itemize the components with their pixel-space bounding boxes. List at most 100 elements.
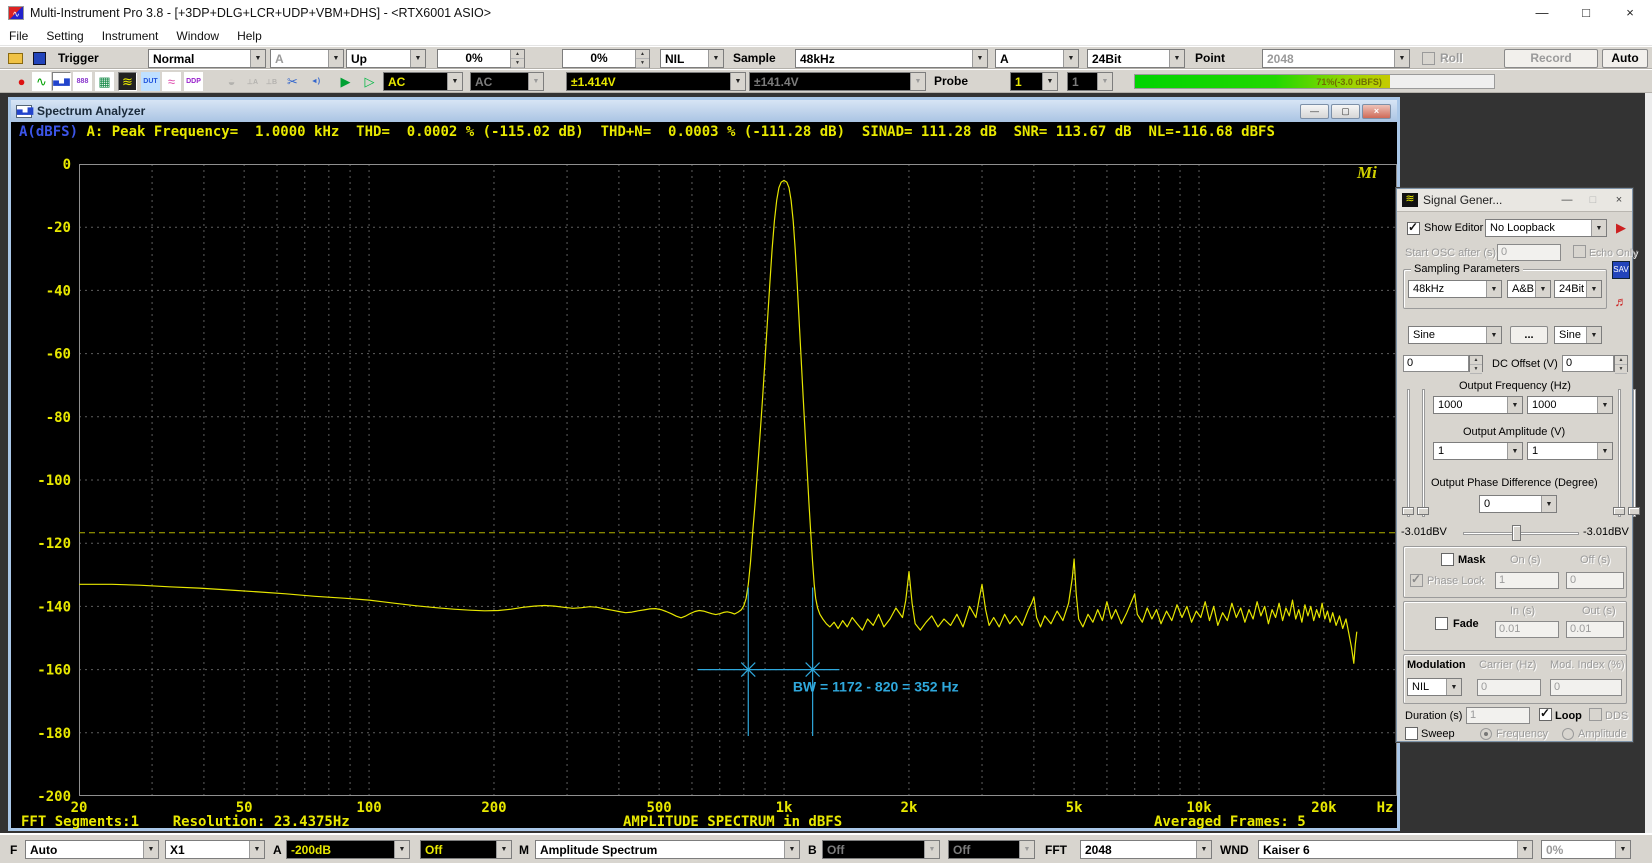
slider-thumb[interactable] <box>1628 507 1640 515</box>
amplitude-a-slider[interactable] <box>1407 389 1410 517</box>
menu-setting[interactable]: Setting <box>37 26 92 46</box>
waveform-b-dropdown[interactable]: Sine▼ <box>1554 326 1602 344</box>
range-a-dropdown[interactable]: ±1.414V▼ <box>566 72 746 91</box>
device-test-plan-icon[interactable]: DUT <box>141 72 160 91</box>
close-icon[interactable]: × <box>1606 194 1632 206</box>
svg-text:20: 20 <box>71 800 88 814</box>
window-function-dropdown[interactable]: Kaiser 6▼ <box>1258 840 1533 859</box>
chevron-down-icon: ▼ <box>910 73 925 90</box>
coupling-a-dropdown[interactable]: AC▼ <box>383 72 463 91</box>
trigger-level-spinner[interactable]: 0%▲▼ <box>437 49 525 68</box>
dc-offset-label: DC Offset (V) <box>1492 358 1558 370</box>
amplitude-b-dropdown[interactable]: 1▼ <box>1527 442 1613 460</box>
sg-channels-dropdown[interactable]: A&B▼ <box>1507 280 1551 298</box>
modulation-dropdown[interactable]: NIL▼ <box>1407 678 1462 696</box>
slider-thumb[interactable] <box>1417 507 1429 515</box>
minimize-icon[interactable]: — <box>1300 104 1329 119</box>
sample-channel-dropdown[interactable]: A▼ <box>995 49 1079 68</box>
derived-data-curve-icon[interactable]: ≈ <box>162 72 181 91</box>
mode-dropdown[interactable]: Amplitude Spectrum▼ <box>535 840 800 859</box>
bit-depth-dropdown[interactable]: 24Bit▼ <box>1087 49 1185 68</box>
auto-button[interactable]: Auto <box>1602 49 1648 68</box>
sweep-checkbox[interactable] <box>1405 727 1418 740</box>
dc-offset-b-spinner[interactable]: ▲▼ <box>1614 355 1628 372</box>
frequency-axis-dropdown[interactable]: Auto▼ <box>25 840 159 859</box>
sweep-amplitude-label: Amplitude <box>1578 728 1627 740</box>
maximize-icon[interactable]: ▢ <box>1331 104 1360 119</box>
open-icon[interactable] <box>6 49 25 68</box>
balance-slider[interactable] <box>1463 532 1579 535</box>
slider-thumb[interactable] <box>1613 507 1625 515</box>
minimize-icon[interactable]: — <box>1520 0 1564 26</box>
menu-window[interactable]: Window <box>167 26 228 46</box>
fft-size-dropdown[interactable]: 2048▼ <box>1080 840 1212 859</box>
trigger-mode-dropdown[interactable]: Normal▼ <box>148 49 266 68</box>
spectrum-3d-plot-icon[interactable]: ▦ <box>95 72 114 91</box>
frequency-b-dropdown[interactable]: 1000▼ <box>1527 396 1613 414</box>
range-b-dropdown: Off▼ <box>822 840 940 859</box>
ddp-viewer-icon[interactable]: DDP <box>184 72 203 91</box>
spectrum-analyzer-icon: ▅▂▇ <box>16 105 32 118</box>
save-icon[interactable]: SAV <box>1612 261 1630 279</box>
modulation-label: Modulation <box>1407 659 1466 671</box>
trigger-delay-spinner[interactable]: 0%▲▼ <box>562 49 650 68</box>
trigger-label: Trigger <box>58 51 99 65</box>
phase-difference-dropdown[interactable]: 0▼ <box>1479 495 1557 513</box>
signal-generator-titlebar[interactable]: ≋ Signal Gener... — □ × <box>1397 189 1632 212</box>
roll-label: Roll <box>1440 51 1463 65</box>
amplitude-a-fine-slider[interactable] <box>1422 389 1425 517</box>
slider-thumb[interactable] <box>1402 507 1414 515</box>
chevron-down-icon: ▼ <box>328 50 343 67</box>
menu-instrument[interactable]: Instrument <box>93 26 168 46</box>
sg-bit-depth-dropdown[interactable]: 24Bit▼ <box>1554 280 1602 298</box>
show-editor-checkbox[interactable] <box>1407 222 1420 235</box>
waveform-a-dropdown[interactable]: Sine▼ <box>1408 326 1502 344</box>
probe-b-dropdown: 1▼ <box>1067 72 1113 91</box>
spectrum-window-titlebar[interactable]: ▅▂▇ Spectrum Analyzer — ▢ × <box>11 100 1397 122</box>
cut-icon[interactable]: ✂ <box>283 72 302 91</box>
loopback-dropdown[interactable]: No Loopback▼ <box>1485 219 1607 237</box>
run-icon[interactable]: ▶ <box>1612 219 1630 237</box>
close-icon[interactable]: × <box>1362 104 1391 119</box>
menu-help[interactable]: Help <box>228 26 271 46</box>
mdi-scrollbar[interactable] <box>1645 93 1652 833</box>
music-note-icon[interactable]: ♬ <box>1612 293 1630 311</box>
balance-slider-thumb[interactable] <box>1512 525 1521 541</box>
oscilloscope-icon[interactable]: ∿ <box>32 72 51 91</box>
fade-checkbox[interactable] <box>1435 617 1448 630</box>
frequency-reject-dropdown[interactable]: NIL▼ <box>660 49 724 68</box>
signal-generator-icon[interactable]: ≋ <box>118 72 137 91</box>
maximize-icon[interactable]: □ <box>1564 0 1608 26</box>
spectrum-analyzer-icon[interactable]: ▅▂▇ <box>52 72 71 91</box>
mask-checkbox[interactable] <box>1441 553 1454 566</box>
sample-rate-dropdown[interactable]: 48kHz▼ <box>795 49 988 68</box>
spectrum-plot[interactable]: BW = 1172 - 820 = 352 Hz20501002005001k2… <box>11 156 1397 814</box>
amplitude-a-dropdown[interactable]: 1▼ <box>1433 442 1523 460</box>
phase-difference-label: Output Phase Difference (Degree) <box>1431 477 1598 489</box>
minimize-icon[interactable]: — <box>1554 194 1580 206</box>
dc-offset-a-input[interactable]: 0 <box>1403 355 1469 372</box>
zoom-dropdown[interactable]: X1▼ <box>165 840 265 859</box>
play-loop-icon[interactable]: ▷ <box>360 72 379 91</box>
sg-sample-rate-dropdown[interactable]: 48kHz▼ <box>1408 280 1502 298</box>
frequency-a-dropdown[interactable]: 1000▼ <box>1433 396 1523 414</box>
speaker-icon[interactable]: ◄) <box>306 72 325 91</box>
probe-a-dropdown[interactable]: 1▼ <box>1010 72 1058 91</box>
loop-checkbox[interactable] <box>1539 708 1552 721</box>
trigger-edge-dropdown[interactable]: Up▼ <box>346 49 426 68</box>
dc-offset-a-spinner[interactable]: ▲▼ <box>1469 355 1483 372</box>
amplitude-b-fine-slider[interactable] <box>1633 389 1636 517</box>
range-a-dropdown[interactable]: -200dB▼ <box>286 840 410 859</box>
ref-a-dropdown[interactable]: Off▼ <box>420 840 512 859</box>
amplitude-b-slider[interactable] <box>1618 389 1621 517</box>
menu-file[interactable]: File <box>0 26 37 46</box>
record-icon[interactable]: ● <box>12 72 31 91</box>
chevron-down-icon: ▼ <box>1486 281 1501 297</box>
close-icon[interactable]: × <box>1608 0 1652 26</box>
play-icon[interactable]: ▶ <box>336 72 355 91</box>
save-icon[interactable] <box>30 49 49 68</box>
waveform-more-button[interactable]: ... <box>1510 326 1548 344</box>
dc-offset-b-input[interactable]: 0 <box>1562 355 1614 372</box>
svg-text:-200: -200 <box>37 789 71 805</box>
multimeter-icon[interactable]: 888 <box>73 72 92 91</box>
